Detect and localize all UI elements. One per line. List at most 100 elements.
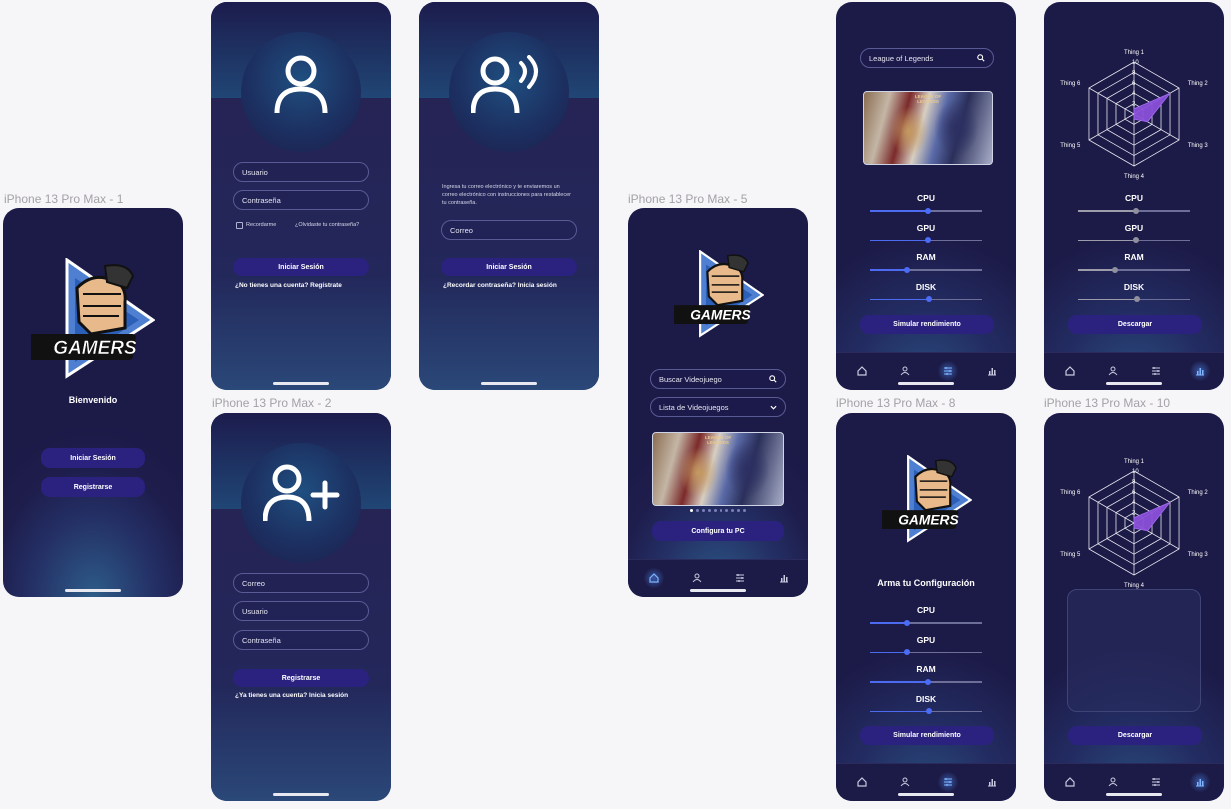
slider-thumb[interactable] <box>925 207 932 214</box>
search-icon[interactable] <box>977 54 985 62</box>
stats-icon <box>1196 368 1204 376</box>
slider-disk[interactable] <box>870 708 982 714</box>
email-field[interactable]: Correo <box>233 573 369 593</box>
gamers-logo: GAMERS <box>31 258 155 379</box>
tab-profile[interactable] <box>1103 772 1123 792</box>
home-indicator <box>1106 793 1162 796</box>
slider-thumb[interactable] <box>925 678 932 685</box>
email-field[interactable]: Correo <box>441 220 577 240</box>
slider-cpu[interactable] <box>870 207 982 214</box>
tab-settings[interactable] <box>1146 772 1166 792</box>
game-list-select[interactable]: Lista de Videojuegos <box>650 397 786 417</box>
home-icon <box>857 366 867 376</box>
welcome-screen: GAMERS Bienvenido Iniciar Sesión Registr… <box>3 208 183 597</box>
tab-home[interactable] <box>852 772 872 792</box>
tab-home[interactable] <box>852 361 872 381</box>
tab-stats[interactable] <box>1190 772 1210 792</box>
register-prompt-link[interactable]: ¿No tienes una cuenta? Regístrate <box>235 282 342 289</box>
login-prompt-link[interactable]: ¿Ya tienes una cuenta? Inicia sesión <box>235 692 348 699</box>
email-placeholder: Correo <box>242 578 265 588</box>
slider-thumb[interactable] <box>903 649 910 655</box>
stats-icon <box>988 779 996 787</box>
back-to-login-link[interactable]: ¿Recordar contraseña? Inicia sesión <box>443 282 557 289</box>
username-field[interactable]: Usuario <box>233 601 369 621</box>
slider-cpu[interactable] <box>870 619 982 626</box>
login-submit-button[interactable]: Iniciar Sesión <box>233 258 369 276</box>
profile-icon <box>1108 777 1118 787</box>
radar-axis-label: Thing 1 <box>1124 459 1145 465</box>
slider-ram[interactable] <box>870 678 982 685</box>
tab-home[interactable] <box>644 568 664 588</box>
slider-ram[interactable] <box>870 266 982 273</box>
slider-thumb[interactable] <box>1133 207 1140 214</box>
slider-thumb[interactable] <box>1134 296 1141 302</box>
slider-gpu[interactable] <box>870 649 982 655</box>
welcome-title: Bienvenido <box>68 395 118 405</box>
simulate-button[interactable]: Simular rendimiento <box>860 726 994 745</box>
password-field[interactable]: Contraseña <box>233 630 369 650</box>
frame-label-1: iPhone 13 Pro Max - 1 <box>4 192 124 206</box>
search-icon[interactable] <box>769 375 777 383</box>
login-button[interactable]: Iniciar Sesión <box>41 448 145 468</box>
tab-profile[interactable] <box>1103 361 1123 381</box>
password-field[interactable]: Contraseña <box>233 190 369 210</box>
slider-thumb[interactable] <box>903 619 910 626</box>
slider-gpu[interactable] <box>870 237 982 243</box>
radar-spoke <box>1088 522 1135 550</box>
remember-checkbox[interactable] <box>236 222 243 229</box>
tab-profile[interactable] <box>895 361 915 381</box>
tab-home[interactable] <box>1060 361 1080 381</box>
password-placeholder: Contraseña <box>242 635 281 645</box>
radar-axis-label: Thing 4 <box>1124 174 1145 180</box>
slider-thumb[interactable] <box>926 296 933 302</box>
tab-home[interactable] <box>1060 772 1080 792</box>
slider-ram[interactable] <box>1078 266 1190 273</box>
configure-pc-button[interactable]: Configura tu PC <box>652 521 784 541</box>
slider-thumb[interactable] <box>925 237 932 243</box>
slider-cpu[interactable] <box>1078 207 1190 214</box>
tab-profile[interactable] <box>895 772 915 792</box>
sliders-icon <box>1152 778 1160 786</box>
register-submit-button[interactable]: Registrarse <box>233 669 369 687</box>
slider-disk[interactable] <box>870 296 982 302</box>
carousel-dot <box>701 509 705 512</box>
game-banner: LEAGUE OF LEGENDS <box>863 91 993 165</box>
slider-thumb[interactable] <box>926 708 933 714</box>
simulate-button[interactable]: Simular rendimiento <box>860 315 994 334</box>
slider-thumb[interactable] <box>1133 237 1140 243</box>
download-button[interactable]: Descargar <box>1068 726 1202 745</box>
tab-stats[interactable] <box>1190 361 1210 381</box>
slider-thumb[interactable] <box>903 266 910 273</box>
tab-stats[interactable] <box>982 361 1002 381</box>
radar-axis-label: Thing 2 <box>1188 490 1209 496</box>
radar-spoke <box>1088 496 1135 524</box>
slider-disk[interactable] <box>1078 296 1190 302</box>
slider-label-cpu: CPU <box>1125 193 1143 203</box>
tab-stats[interactable] <box>774 568 794 588</box>
tab-settings[interactable] <box>938 772 958 792</box>
recover-submit-button[interactable]: Iniciar Sesión <box>441 258 577 276</box>
config-title: Arma tu Configuración <box>877 578 975 588</box>
profile-icon <box>692 573 702 583</box>
game-search-input[interactable]: League of Legends <box>860 48 994 68</box>
game-banner[interactable]: LEAGUE OF LEGENDS <box>652 432 784 506</box>
stats-icon <box>780 575 788 583</box>
carousel-dots[interactable] <box>690 509 747 512</box>
tab-settings[interactable] <box>938 361 958 381</box>
slider-gpu[interactable] <box>1078 237 1190 243</box>
register-button[interactable]: Registrarse <box>41 477 145 497</box>
home-indicator <box>481 382 537 385</box>
tab-profile[interactable] <box>687 568 707 588</box>
tab-settings[interactable] <box>730 568 750 588</box>
forgot-password-link[interactable]: ¿Olvidaste tu contraseña? <box>295 221 359 229</box>
tab-stats[interactable] <box>982 772 1002 792</box>
slider-thumb[interactable] <box>1111 266 1118 273</box>
carousel-dot <box>707 509 711 512</box>
slider-fill <box>870 298 930 300</box>
username-field[interactable]: Usuario <box>233 162 369 182</box>
slider-fill <box>870 269 907 271</box>
tab-settings[interactable] <box>1146 361 1166 381</box>
search-input[interactable]: Buscar Videojuego <box>650 369 786 389</box>
download-button[interactable]: Descargar <box>1068 315 1202 334</box>
slider-label-ram: RAM <box>1124 252 1144 262</box>
